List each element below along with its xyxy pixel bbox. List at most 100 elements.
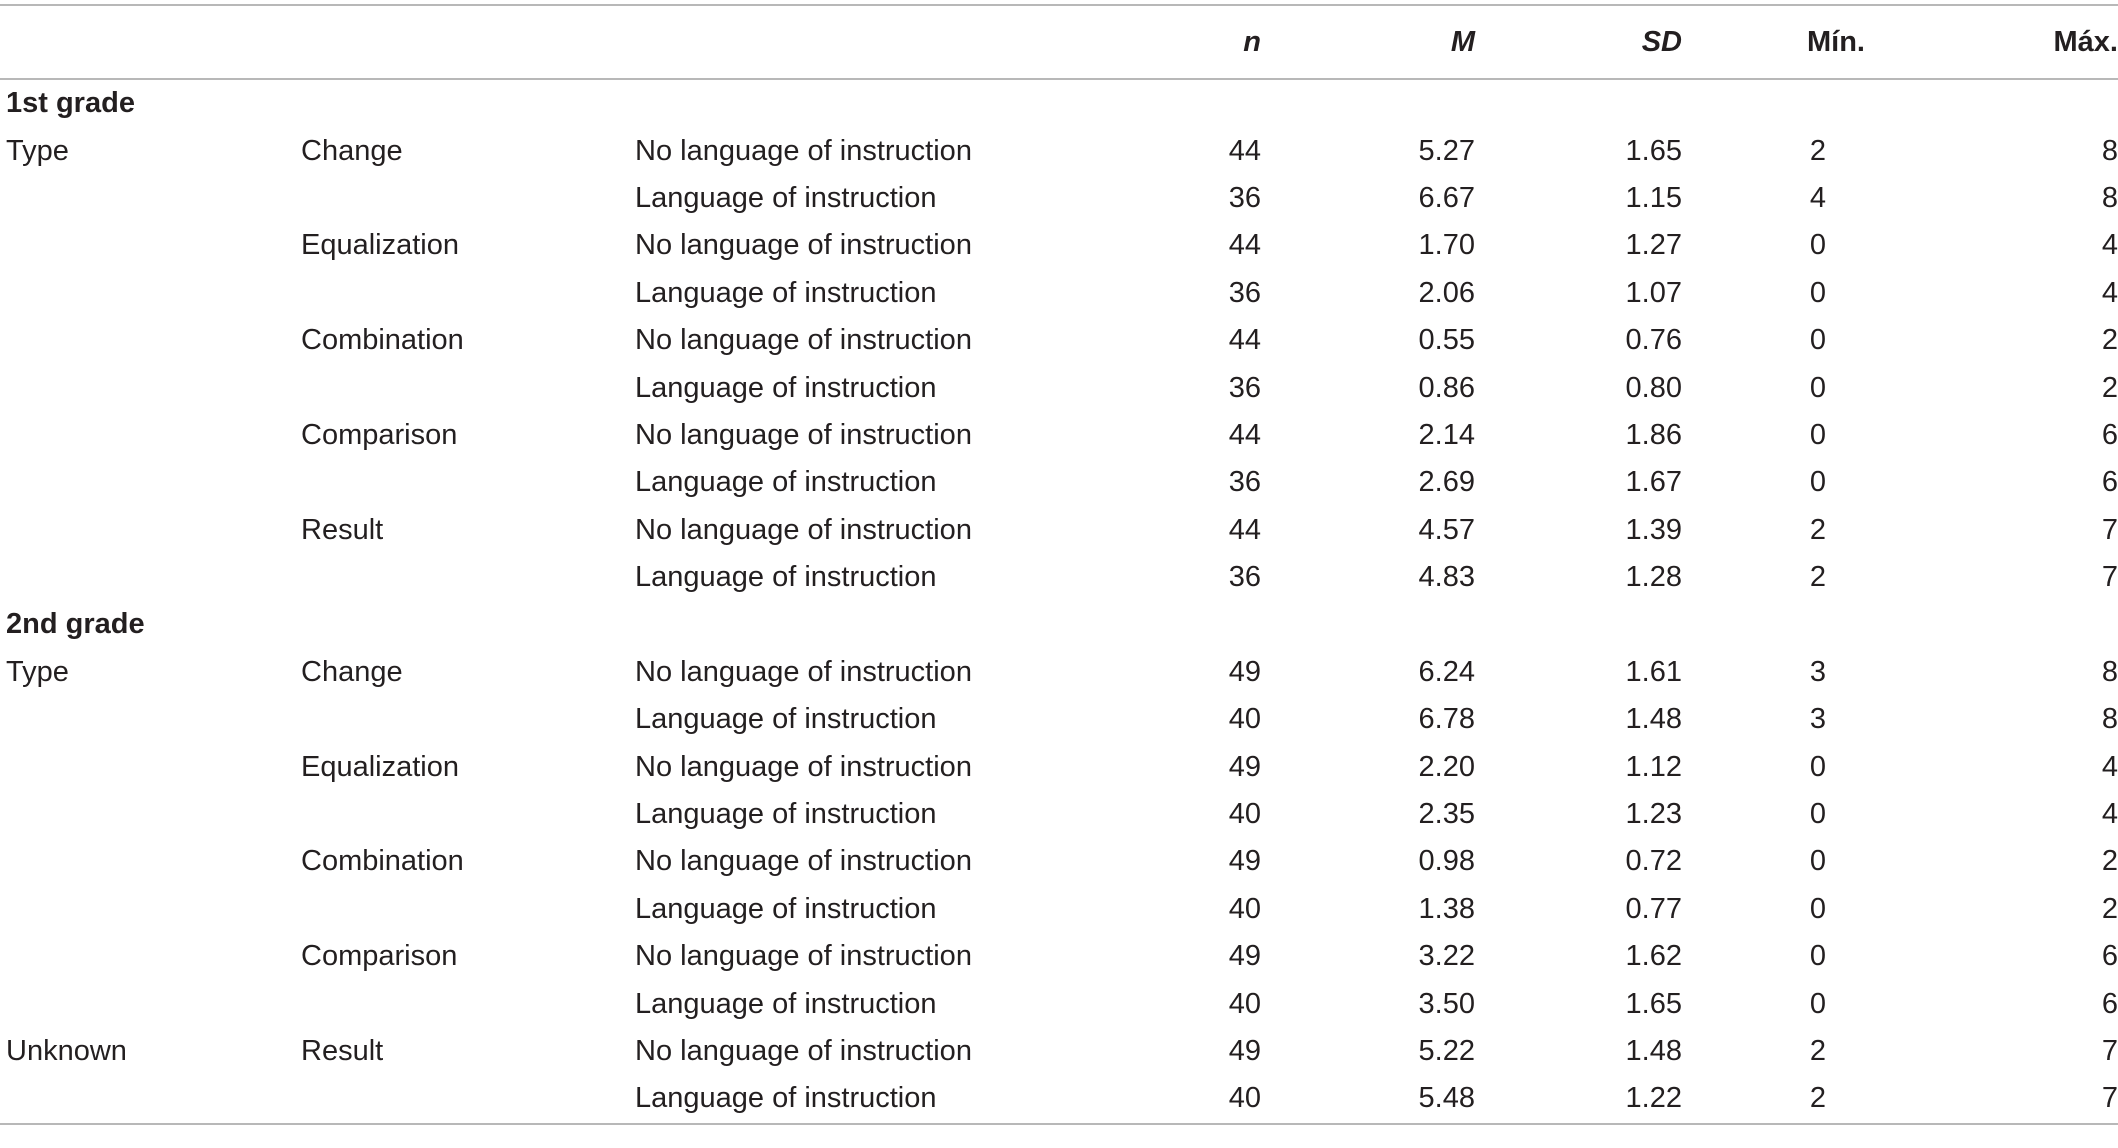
- cell-sd: 1.23: [1625, 798, 1682, 831]
- row-group-label: [0, 933, 297, 980]
- condition-label: Language of instruction: [635, 466, 937, 499]
- problem-type-label: Result: [301, 513, 384, 546]
- descriptive-statistics-table-container: n M SD Mín. Máx. 1st grade Type Change No l…: [0, 4, 2118, 1125]
- cell-n: 44: [1228, 513, 1261, 546]
- cell-sd: 1.12: [1625, 750, 1682, 783]
- cell-max: 8: [2101, 181, 2118, 214]
- cell-min: 0: [1809, 466, 1826, 499]
- condition-label: Language of instruction: [635, 371, 937, 404]
- cell-sd: 0.80: [1625, 371, 1682, 404]
- table-row: Combination No language of instruction 49 0…: [0, 838, 2118, 885]
- cell-mean: 5.48: [1418, 1082, 1475, 1115]
- table-row: Unknown Result No language of instruction 4…: [0, 1028, 2118, 1075]
- cell-max: 4: [2101, 276, 2118, 309]
- cell-mean: 3.22: [1418, 940, 1475, 973]
- table-row: Language of instruction 36 2.06 1.07 0 4: [0, 270, 2118, 317]
- problem-type-label: [297, 696, 631, 743]
- cell-sd: 1.27: [1625, 229, 1682, 262]
- descriptive-statistics-table: n M SD Mín. Máx. 1st grade Type Change No l…: [0, 4, 2118, 1125]
- cell-n: 40: [1228, 798, 1261, 831]
- cell-sd: 1.48: [1625, 1035, 1682, 1067]
- condition-label: No language of instruction: [635, 845, 972, 878]
- cell-max: 6: [2101, 940, 2118, 973]
- cell-n: 44: [1228, 229, 1261, 262]
- cell-mean: 5.27: [1418, 134, 1475, 167]
- cell-mean: 6.24: [1418, 655, 1475, 688]
- table-row: Language of instruction 40 6.78 1.48 3 8: [0, 696, 2118, 743]
- cell-n: 44: [1228, 324, 1261, 357]
- problem-type-label: [297, 270, 631, 317]
- header-empty-2: [297, 5, 631, 79]
- cell-n: 36: [1228, 276, 1261, 309]
- row-group-label: Type: [6, 134, 69, 167]
- condition-label: No language of instruction: [635, 750, 972, 783]
- row-group-label: [0, 270, 297, 317]
- row-group-label: [0, 791, 297, 838]
- problem-type-label: [297, 459, 631, 506]
- cell-sd: 0.72: [1625, 845, 1682, 878]
- cell-min: 3: [1809, 655, 1826, 688]
- cell-n: 44: [1228, 418, 1261, 451]
- cell-min: 0: [1809, 845, 1826, 878]
- table-body: 1st grade Type Change No language of instru…: [0, 79, 2118, 1124]
- row-group-label: [0, 1075, 297, 1123]
- cell-max: 2: [2101, 845, 2118, 878]
- problem-type-label: Change: [301, 655, 403, 688]
- cell-min: 0: [1809, 798, 1826, 831]
- cell-sd: 1.48: [1625, 703, 1682, 736]
- cell-max: 7: [2101, 1035, 2118, 1067]
- cell-max: 8: [2101, 134, 2118, 167]
- cell-n: 49: [1228, 750, 1261, 783]
- cell-mean: 0.55: [1418, 324, 1475, 357]
- row-group-label: [0, 743, 297, 790]
- table-row: Comparison No language of instruction 49 3.…: [0, 933, 2118, 980]
- cell-max: 7: [2101, 1082, 2118, 1115]
- section-title: 2nd grade: [6, 608, 145, 641]
- condition-label: No language of instruction: [635, 229, 972, 262]
- row-group-label: [0, 175, 297, 222]
- cell-min: 0: [1809, 276, 1826, 309]
- cell-sd: 0.77: [1625, 892, 1682, 925]
- table-row: Type Change No language of instruction 44 5.…: [0, 127, 2118, 174]
- condition-label: Language of instruction: [635, 181, 937, 214]
- cell-sd: 1.22: [1625, 1082, 1682, 1115]
- problem-type-label: [297, 175, 631, 222]
- cell-mean: 5.22: [1418, 1035, 1475, 1067]
- problem-type-label: Comparison: [301, 940, 458, 973]
- cell-n: 40: [1228, 1082, 1261, 1115]
- condition-label: Language of instruction: [635, 561, 937, 594]
- cell-min: 0: [1809, 892, 1826, 925]
- cell-sd: 0.76: [1625, 324, 1682, 357]
- condition-label: No language of instruction: [635, 513, 972, 546]
- cell-mean: 3.50: [1418, 987, 1475, 1020]
- cell-n: 40: [1228, 987, 1261, 1020]
- cell-max: 6: [2101, 987, 2118, 1020]
- condition-label: Language of instruction: [635, 892, 937, 925]
- condition-label: Language of instruction: [635, 1082, 937, 1115]
- row-group-label: [0, 317, 297, 364]
- cell-min: 0: [1809, 750, 1826, 783]
- cell-min: 2: [1809, 1082, 1826, 1115]
- cell-mean: 6.78: [1418, 703, 1475, 736]
- problem-type-label: [297, 791, 631, 838]
- cell-sd: 1.15: [1625, 181, 1682, 214]
- header-mean: M: [1450, 25, 1475, 58]
- cell-max: 6: [2101, 418, 2118, 451]
- cell-min: 2: [1809, 513, 1826, 546]
- problem-type-label: [297, 364, 631, 411]
- header-sd: SD: [1641, 25, 1682, 58]
- cell-min: 2: [1809, 134, 1826, 167]
- cell-sd: 1.67: [1625, 466, 1682, 499]
- problem-type-label: [297, 886, 631, 933]
- problem-type-label: [297, 1075, 631, 1123]
- table-row: Combination No language of instruction 44 0…: [0, 317, 2118, 364]
- cell-min: 0: [1809, 940, 1826, 973]
- cell-min: 3: [1809, 703, 1826, 736]
- cell-mean: 1.38: [1418, 892, 1475, 925]
- cell-n: 49: [1228, 845, 1261, 878]
- table-row: Result No language of instruction 44 4.57 1.…: [0, 507, 2118, 554]
- cell-sd: 1.86: [1625, 418, 1682, 451]
- problem-type-label: Result: [301, 1035, 384, 1067]
- problem-type-label: Combination: [301, 845, 464, 878]
- cell-mean: 4.57: [1418, 513, 1475, 546]
